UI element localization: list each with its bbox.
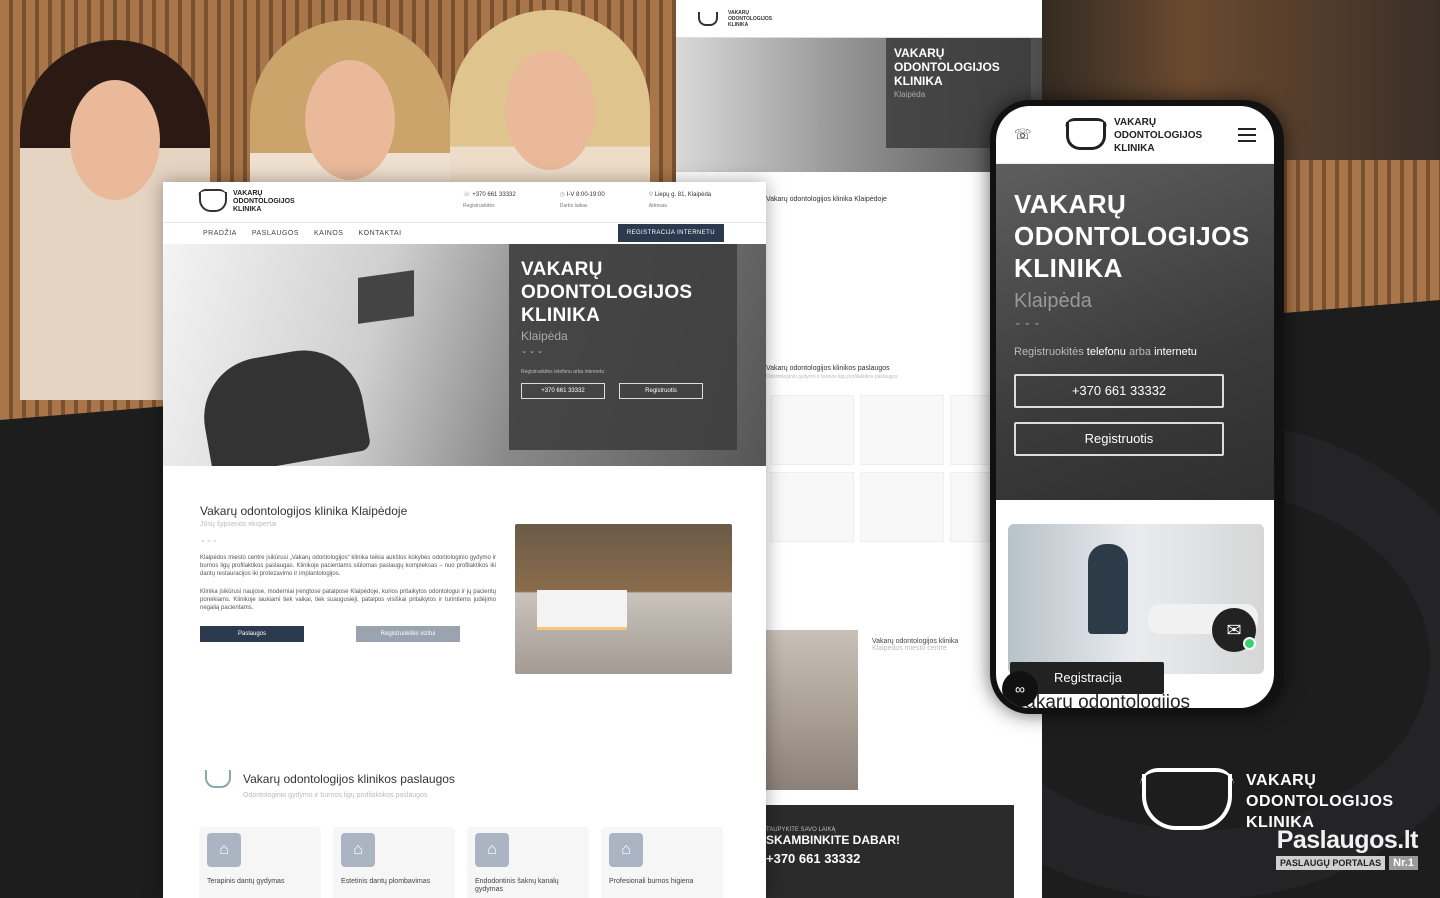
tablet-service-card [770,395,854,465]
portal-watermark: Paslaugos.lt PASLAUGŲ PORTALAS Nr.1 [1276,826,1418,870]
hero-section: VAKARŲ ODONTOLOGIJOS KLINIKA Klaipėda ⌄⌄… [163,244,766,466]
services-section: Vakarų odontologijos klinikos paslaugos … [205,770,725,799]
contact-address: ⚲ Liepų g. 81, Klaipėda Adresas [648,192,712,209]
brand-logo: VAKARŲ ODONTOLOGIJOS KLINIKA [1140,767,1394,833]
nav-item-contacts[interactable]: KONTAKTAI [358,230,401,237]
lobby-photo [515,524,732,674]
mobile-hero: VAKARŲ ODONTOLOGIJOS KLINIKA Klaipėda ⌄⌄… [996,164,1274,500]
tablet-call-banner: TAUPYKITE SAVO LAIKĄ SKAMBINKITE DABAR! … [766,805,1014,898]
portal-tagline: PASLAUGŲ PORTALAS [1276,856,1386,870]
tooth-icon: ⌂ [475,833,509,867]
header-contacts: ☏ +370 661 33332 Registruokitės ◷ I-V 8:… [463,191,711,209]
logo-text: VAKARŲ ODONTOLOGIJOS KLINIKA [233,190,295,213]
about-paragraph: Klaipėdos miesto centre įsikūrusi „Vakar… [200,555,496,577]
menu-icon[interactable] [1238,128,1256,146]
contact-phone[interactable]: ☏ +370 661 33332 Registruokitės [463,191,516,209]
hero-panel: VAKARŲ ODONTOLOGIJOS KLINIKA Klaipėda ⌄⌄… [509,244,737,450]
mobile-hero-city: Klaipėda [1014,290,1092,312]
online-registration-button[interactable]: REGISTRACIJA INTERNETU [617,224,724,242]
about-paragraph: Klinika įsikūrusi naujose, moderniai įre… [200,589,496,611]
hero-image-monitor [358,270,414,324]
service-card[interactable]: ⌂ Endodontinis šaknų kanalų gydymas [467,827,589,898]
mobile-hero-note: Registruokitės telefonu arba internetu [1014,346,1197,358]
brand-text: VAKARŲ ODONTOLOGIJOS KLINIKA [1246,772,1394,831]
tablet-header: VAKARŲ ODONTOLOGIJOS KLINIKA [676,0,1042,38]
tablet-service-card [860,472,944,542]
tablet-gallery-text: Vakarų odontologijos klinika Klaipėdos m… [872,638,959,652]
service-card[interactable]: ⌂ Terapinis dantų gydymas [199,827,321,898]
mobile-phone-button[interactable]: +370 661 33332 [1014,374,1224,408]
portal-rank: Nr.1 [1389,856,1418,870]
tablet-logo-text: VAKARŲ ODONTOLOGIJOS KLINIKA [728,9,773,28]
hero-image-chair [194,340,372,466]
phone-icon: ☏ [463,192,471,198]
tablet-about: Vakarų odontologijos klinika Klaipėdoje … [766,196,898,380]
register-visit-button[interactable]: Registruokitės vizitui [356,626,460,642]
link-icon[interactable]: ∞ [1002,671,1038,707]
tooth-icon [698,11,718,26]
about-section: Vakarų odontologijos klinika Klaipėdoje … [200,504,496,642]
services-title: Vakarų odontologijos klinikos paslaugos [243,772,455,786]
nav-item-services[interactable]: PASLAUGOS [252,230,299,237]
tooth-icon: ⌂ [207,833,241,867]
tooth-icon: ⌂ [341,833,375,867]
tooth-icon [1065,117,1107,150]
mobile-section-heading: Vakarų odontologijos [1014,692,1191,708]
mobile-hero-title: VAKARŲ ODONTOLOGIJOS KLINIKA [1014,189,1250,283]
services-button[interactable]: Paslaugos [200,626,304,642]
hero-register-button[interactable]: Registruotis [619,383,703,399]
mobile-clinic-photo [1008,524,1264,674]
messenger-icon[interactable]: ✉ [1212,608,1256,652]
service-card[interactable]: ⌂ Profesionali burnos higiena [601,827,723,898]
hero-title: VAKARŲ ODONTOLOGIJOS KLINIKA [521,259,693,326]
chevrons-decoration: ⌄⌄⌄ [521,346,545,355]
location-icon: ⚲ [648,192,654,198]
about-title: Vakarų odontologijos klinika Klaipėdoje [200,504,408,518]
site-logo[interactable]: VAKARŲ ODONTOLOGIJOS KLINIKA [198,189,295,214]
tablet-service-card [770,472,854,542]
mobile-screen: ☏ VAKARŲ ODONTOLOGIJOS KLINIKA VAKARŲ OD… [996,106,1274,708]
mobile-logo[interactable]: VAKARŲ ODONTOLOGIJOS KLINIKA [1065,116,1202,155]
hero-phone-button[interactable]: +370 661 33332 [521,383,605,399]
hero-note: Registruokitės telefonu arba internetu [521,369,605,375]
tooth-icon [1140,767,1234,830]
site-header: VAKARŲ ODONTOLOGIJOS KLINIKA ☏ +370 661 … [163,182,766,222]
portal-name: Paslaugos.lt [1276,826,1419,854]
about-subtitle: Jūsų šypsenos ekspertai [200,521,277,528]
nav-item-prices[interactable]: KAINOS [314,230,343,237]
phone-icon[interactable]: ☏ [1014,126,1032,143]
tooth-icon: ⌂ [609,833,643,867]
desktop-page-mockup: VAKARŲ ODONTOLOGIJOS KLINIKA ☏ +370 661 … [163,182,766,898]
nav-item-home[interactable]: PRADŽIA [203,230,237,237]
chevrons-decoration: ⌄⌄⌄ [1014,317,1043,327]
chevrons-decoration: ⌄⌄⌄ [200,537,218,544]
tablet-service-card [860,395,944,465]
tooth-icon [198,189,227,212]
clock-icon: ◷ [559,192,565,198]
mobile-header: ☏ VAKARŲ ODONTOLOGIJOS KLINIKA [996,106,1274,164]
main-nav: PRADŽIA PASLAUGOS KAINOS KONTAKTAI REGIS… [163,222,766,244]
hero-city: Klaipėda [521,329,568,343]
service-card[interactable]: ⌂ Estetinis dantų plombavimas [333,827,455,898]
tooth-icon [205,770,231,788]
mobile-register-button[interactable]: Registruotis [1014,422,1224,456]
services-subtitle: Odontologinio gydymo ir burnos ligų prof… [243,792,428,799]
mobile-mockup: ☏ VAKARŲ ODONTOLOGIJOS KLINIKA VAKARŲ OD… [990,100,1284,714]
tablet-gallery [766,630,858,790]
service-cards: ⌂ Terapinis dantų gydymas ⌂ Estetinis dant… [199,827,723,898]
contact-hours: ◷ I-V 8:00-19:00 Darbo laikas [559,192,605,209]
